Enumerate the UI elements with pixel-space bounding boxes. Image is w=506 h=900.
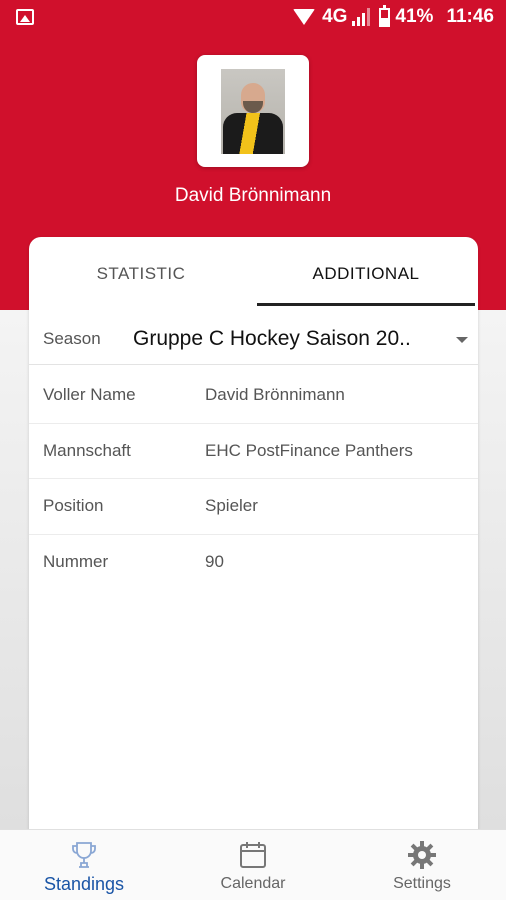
- nav-settings[interactable]: Settings: [338, 830, 506, 900]
- battery-level: 41%: [395, 6, 434, 27]
- tab-statistic[interactable]: STATISTIC: [29, 237, 253, 307]
- gear-icon: [408, 841, 436, 869]
- gallery-notification-icon: [16, 9, 34, 25]
- nav-calendar[interactable]: Calendar: [169, 830, 337, 900]
- nav-label: Standings: [43, 874, 125, 894]
- season-value[interactable]: Gruppe C Hockey Saison 20..: [133, 327, 433, 351]
- detail-label: Mannschaft: [43, 440, 131, 460]
- season-selector[interactable]: Season Gruppe C Hockey Saison 20..: [29, 313, 478, 365]
- avatar: [221, 69, 285, 154]
- detail-row-full-name: Voller Name David Brönnimann: [29, 368, 478, 424]
- tab-additional[interactable]: ADDITIONAL: [254, 237, 478, 307]
- player-detail-card: STATISTIC ADDITIONAL Season Gruppe C Hoc…: [29, 237, 478, 837]
- nav-label: Calendar: [220, 875, 286, 892]
- active-tab-indicator: [257, 303, 475, 306]
- bottom-navigation: Standings Calendar Settings: [0, 829, 506, 900]
- calendar-icon: [240, 842, 266, 868]
- detail-row-number: Nummer 90: [29, 535, 478, 591]
- detail-label: Position: [43, 496, 104, 516]
- avatar-frame: [197, 55, 309, 167]
- detail-value: EHC PostFinance Panthers: [205, 440, 413, 460]
- player-details-list: Voller Name David Brönnimann Mannschaft …: [29, 368, 478, 590]
- nav-label: Settings: [393, 875, 451, 892]
- detail-value: 90: [205, 552, 224, 572]
- wifi-icon: [293, 9, 316, 25]
- trophy-icon: [72, 842, 96, 868]
- signal-icon: [352, 8, 374, 26]
- clock: 11:46: [446, 6, 494, 27]
- network-type: 4G: [322, 6, 348, 27]
- detail-value: David Brönnimann: [205, 385, 345, 405]
- detail-row-position: Position Spieler: [29, 479, 478, 535]
- dropdown-arrow-icon[interactable]: [456, 337, 468, 343]
- player-name: David Brönnimann: [174, 185, 332, 206]
- detail-label: Nummer: [43, 552, 109, 572]
- detail-label: Voller Name: [43, 385, 136, 405]
- nav-standings[interactable]: Standings: [0, 830, 168, 900]
- detail-value: Spieler: [205, 496, 258, 516]
- season-label: Season: [43, 328, 101, 348]
- detail-row-team: Mannschaft EHC PostFinance Panthers: [29, 424, 478, 479]
- battery-icon: [379, 4, 391, 27]
- status-bar: 4G 41% 11:46: [0, 0, 506, 36]
- tab-bar: STATISTIC ADDITIONAL: [29, 237, 478, 307]
